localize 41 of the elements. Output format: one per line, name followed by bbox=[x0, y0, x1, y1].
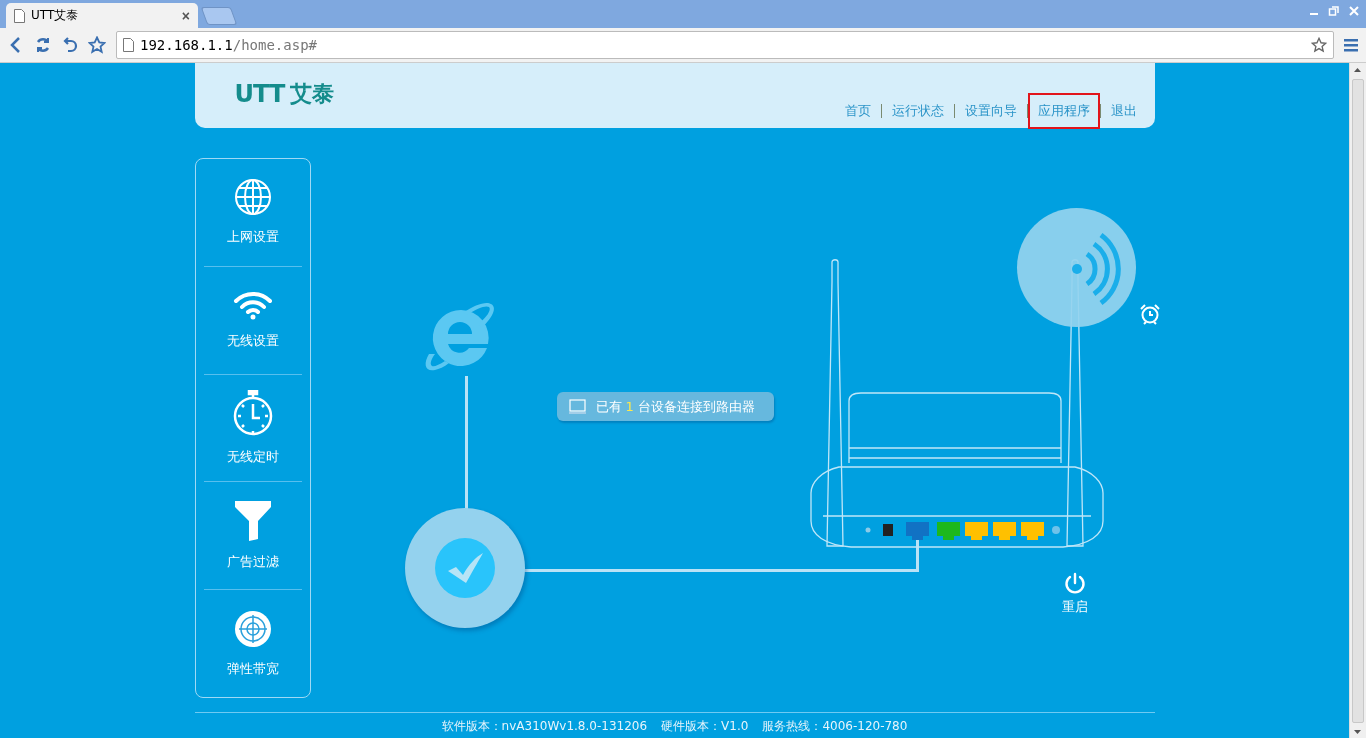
bookmark-star-icon[interactable] bbox=[88, 36, 106, 54]
footer-text: 服务热线：4006-120-780 bbox=[762, 718, 908, 735]
scrollbar[interactable] bbox=[1349, 63, 1366, 738]
nav-link[interactable]: 设置向导 bbox=[954, 93, 1027, 129]
status-message: 已有 1 台设备连接到路由器 bbox=[595, 397, 755, 416]
restore-icon[interactable] bbox=[1328, 5, 1340, 17]
footer-text: 硬件版本：V1.0 bbox=[661, 718, 749, 735]
menu-icon[interactable] bbox=[1344, 38, 1358, 52]
footer-text: 软件版本：nvA310Wv1.8.0-131206 bbox=[441, 718, 648, 735]
reboot-button[interactable]: 重启 bbox=[1061, 572, 1088, 616]
logo-text: 艾泰 bbox=[290, 80, 335, 108]
nav-link[interactable]: 首页 bbox=[834, 93, 881, 129]
nav-link[interactable]: 应用程序 bbox=[1027, 93, 1100, 129]
target-icon bbox=[233, 609, 272, 648]
wifi-icon bbox=[232, 290, 273, 321]
sidebar-item[interactable]: 广告过滤 bbox=[203, 482, 302, 591]
nav-link[interactable]: 退出 bbox=[1100, 93, 1147, 129]
page-icon bbox=[14, 8, 25, 23]
sidebar-item[interactable]: 无线设置 bbox=[203, 266, 302, 375]
undo-icon[interactable] bbox=[62, 36, 78, 54]
tab-title: UTT艾泰 bbox=[31, 7, 80, 24]
url-text: 192.168.1.1/home.asp# bbox=[140, 37, 318, 53]
stopwatch-icon bbox=[232, 390, 273, 436]
logo-mark: UTT bbox=[234, 80, 285, 108]
nav-link[interactable]: 运行状态 bbox=[881, 93, 954, 129]
close-icon[interactable] bbox=[1348, 5, 1360, 17]
sidebar-item[interactable]: 无线定时 bbox=[203, 374, 302, 483]
tab-close-button[interactable]: × bbox=[181, 7, 190, 24]
power-icon bbox=[1063, 572, 1086, 594]
alarm-clock-icon[interactable] bbox=[1138, 303, 1161, 325]
sidebar-item[interactable]: 上网设置 bbox=[203, 159, 302, 267]
wifi-signal-icon bbox=[1071, 233, 1121, 305]
browser-tab[interactable]: UTT艾泰 × bbox=[6, 3, 198, 28]
globe-icon bbox=[233, 178, 272, 217]
star-icon[interactable] bbox=[1311, 37, 1327, 53]
reload-icon[interactable] bbox=[34, 36, 52, 54]
address-bar[interactable]: 192.168.1.1/home.asp# bbox=[116, 31, 1334, 59]
funnel-icon bbox=[234, 500, 271, 541]
sidebar-item[interactable]: 弹性带宽 bbox=[203, 590, 302, 697]
page-icon bbox=[123, 38, 134, 52]
monitor-icon bbox=[568, 399, 586, 414]
